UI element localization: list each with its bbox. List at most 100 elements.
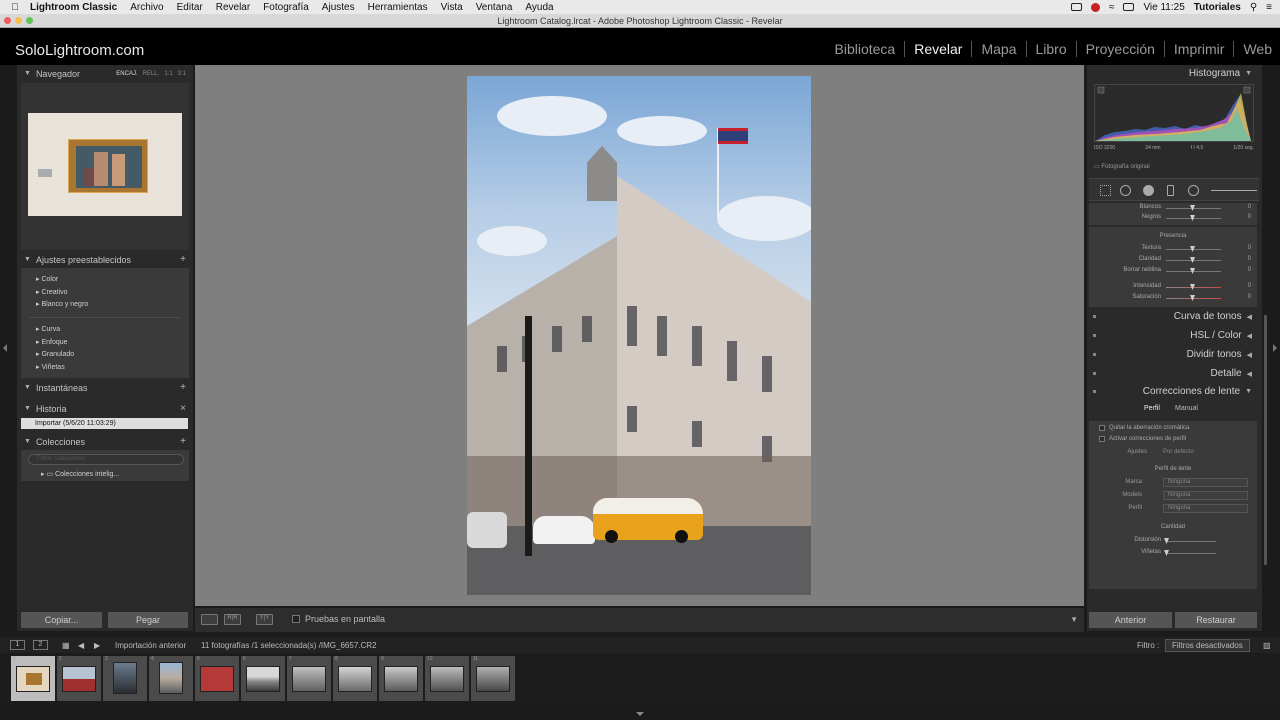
bottom-panel-toggle-icon[interactable] [636, 712, 644, 716]
panel-curva-de-tonos[interactable]: Curva de tonos ◀ [1089, 308, 1257, 325]
wifi-icon[interactable]: ≈ [1109, 2, 1115, 13]
screen-1-button[interactable]: 1 [10, 640, 25, 650]
menu-ajustes[interactable]: Ajustes [322, 2, 355, 13]
image-view[interactable] [195, 65, 1084, 606]
menu-editar[interactable]: Editar [177, 2, 203, 13]
add-preset-icon[interactable]: + [180, 254, 186, 265]
toolbar-menu-icon[interactable]: ▼ [1070, 615, 1078, 624]
menu-ayuda[interactable]: Ayuda [525, 2, 553, 13]
film-thumb[interactable]: 1 [11, 656, 55, 701]
nav-fit[interactable]: ENCAJ. [116, 71, 137, 77]
module-revelar[interactable]: Revelar [905, 41, 973, 57]
nav-fill[interactable]: RELL. [143, 71, 160, 77]
film-thumb[interactable]: 2 [57, 656, 101, 701]
left-panel-toggle-icon[interactable] [3, 344, 7, 352]
menu-archivo[interactable]: Archivo [130, 2, 163, 13]
add-snapshot-icon[interactable]: + [180, 382, 186, 393]
filter-dropdown[interactable]: Filtros desactivados [1165, 639, 1250, 652]
snapshots-header[interactable]: ▼ Instantáneas + [21, 379, 189, 396]
screen-icon[interactable] [1070, 3, 1082, 11]
clear-history-icon[interactable]: × [180, 403, 186, 414]
right-panel-toggle-icon[interactable] [1273, 344, 1277, 352]
history-header[interactable]: ▼ Historia × [21, 400, 189, 417]
film-thumb[interactable]: 10 [425, 656, 469, 701]
reset-button[interactable]: Restaurar [1175, 612, 1257, 628]
menu-vista[interactable]: Vista [441, 2, 463, 13]
menu-herramientas[interactable]: Herramientas [368, 2, 428, 13]
module-biblioteca[interactable]: Biblioteca [826, 41, 906, 57]
navigator-preview[interactable] [28, 113, 182, 216]
back-arrow-icon[interactable]: ◀ [78, 641, 84, 650]
profile-corrections-checkbox[interactable]: Activar correcciones de perfil [1099, 436, 1186, 442]
film-thumb[interactable]: 3 [103, 656, 147, 701]
forward-arrow-icon[interactable]: ▶ [94, 641, 100, 650]
collection-smart[interactable]: ▸ ▭ Colecciones intelig... [41, 470, 119, 478]
preset-granulado[interactable]: ▸ Granulado [36, 350, 74, 358]
search-icon[interactable]: ⚲ [1250, 2, 1257, 13]
collections-header[interactable]: ▼ Colecciones + [21, 433, 189, 450]
module-proyeccion[interactable]: Proyección [1077, 41, 1165, 57]
module-imprimir[interactable]: Imprimir [1165, 41, 1235, 57]
setup-row[interactable]: Ajustes Por defecto [1089, 448, 1257, 458]
preset-curva[interactable]: ▸ Curva [36, 325, 60, 333]
panel-detalle[interactable]: Detalle ◀ [1089, 365, 1257, 382]
record-icon[interactable] [1090, 2, 1100, 12]
menu-ventana[interactable]: Ventana [476, 2, 513, 13]
marca-dropdown[interactable]: Marca Ninguna [1089, 478, 1257, 488]
menu-fotografia[interactable]: Fotografía [263, 2, 309, 13]
film-thumb[interactable]: 5 [195, 656, 239, 701]
film-thumb[interactable]: 9 [379, 656, 423, 701]
slider-claridad[interactable]: Claridad 0 [1089, 255, 1257, 265]
paste-button[interactable]: Pegar [108, 612, 188, 628]
slider-negros[interactable]: Negros 0 [1089, 213, 1257, 223]
module-web[interactable]: Web [1234, 41, 1272, 57]
spot-removal-icon[interactable] [1120, 185, 1131, 196]
menu-revelar[interactable]: Revelar [216, 2, 250, 13]
radial-filter-icon[interactable] [1188, 185, 1199, 196]
preset-vinetas[interactable]: ▸ Viñetas [36, 363, 65, 371]
film-thumb[interactable]: 4 [149, 656, 193, 701]
film-thumb[interactable]: 7 [287, 656, 331, 701]
add-collection-icon[interactable]: + [180, 436, 186, 447]
battery-icon[interactable] [1123, 3, 1135, 11]
slider-vinetas[interactable]: Viñetas [1089, 548, 1257, 558]
copy-button[interactable]: Copiar... [21, 612, 102, 628]
slider-intensidad[interactable]: Intensidad 0 [1089, 282, 1257, 292]
before-after-button[interactable]: R|R [224, 614, 241, 625]
source-label[interactable]: Importación anterior [115, 641, 186, 650]
modelo-dropdown[interactable]: Modelo Ninguna [1089, 491, 1257, 501]
clock-text[interactable]: Vie 11:25 [1143, 2, 1184, 13]
screen-2-button[interactable]: 2 [33, 640, 48, 650]
perfil-dropdown[interactable]: Perfil Ninguna [1089, 504, 1257, 514]
previous-button[interactable]: Anterior [1089, 612, 1172, 628]
crop-tool-icon[interactable] [1100, 185, 1111, 196]
preset-enfoque[interactable]: ▸ Enfoque [36, 338, 68, 346]
histogram-header[interactable]: Histograma ▼ [1089, 65, 1257, 82]
presets-header[interactable]: ▼ Ajustes preestablecidos + [21, 251, 189, 268]
preset-creativo[interactable]: ▸ Creativo [36, 288, 68, 296]
panel-hsl-color[interactable]: HSL / Color ◀ [1089, 327, 1257, 344]
preset-color[interactable]: ▸ Color [36, 275, 58, 283]
selection-info[interactable]: 11 fotografías /1 seleccionada(s) /IMG_6… [201, 641, 377, 650]
slider-borrar-neblina[interactable]: Borrar neblina 0 [1089, 266, 1257, 276]
apple-icon[interactable]:  [0, 2, 30, 13]
loupe-view-button[interactable] [201, 614, 218, 625]
panel-dividir-tonos[interactable]: Dividir tonos ◀ [1089, 346, 1257, 363]
histogram[interactable] [1094, 84, 1254, 142]
module-mapa[interactable]: Mapa [972, 41, 1027, 57]
softproof-checkbox[interactable] [292, 615, 300, 623]
red-eye-icon[interactable] [1143, 185, 1154, 196]
filter-lock-icon[interactable]: ▧ [1263, 641, 1271, 650]
slider-textura[interactable]: Textura 0 [1089, 244, 1257, 254]
graduated-filter-icon[interactable] [1167, 185, 1174, 196]
collections-search-input[interactable]: Filtrar colecciones [28, 454, 184, 465]
module-libro[interactable]: Libro [1027, 41, 1077, 57]
chromatic-aberration-checkbox[interactable]: Quitar la aberración cromática [1099, 425, 1189, 431]
nav-3-1[interactable]: 3:1 [178, 71, 186, 77]
film-thumb[interactable]: 11 [471, 656, 515, 701]
film-thumb[interactable]: 8 [333, 656, 377, 701]
right-panel-scrollbar[interactable] [1264, 315, 1267, 565]
list-icon[interactable]: ≡ [1266, 2, 1272, 13]
slider-blancos[interactable]: Blancos 0 [1089, 203, 1257, 213]
user-name[interactable]: Tutoriales [1194, 2, 1241, 13]
